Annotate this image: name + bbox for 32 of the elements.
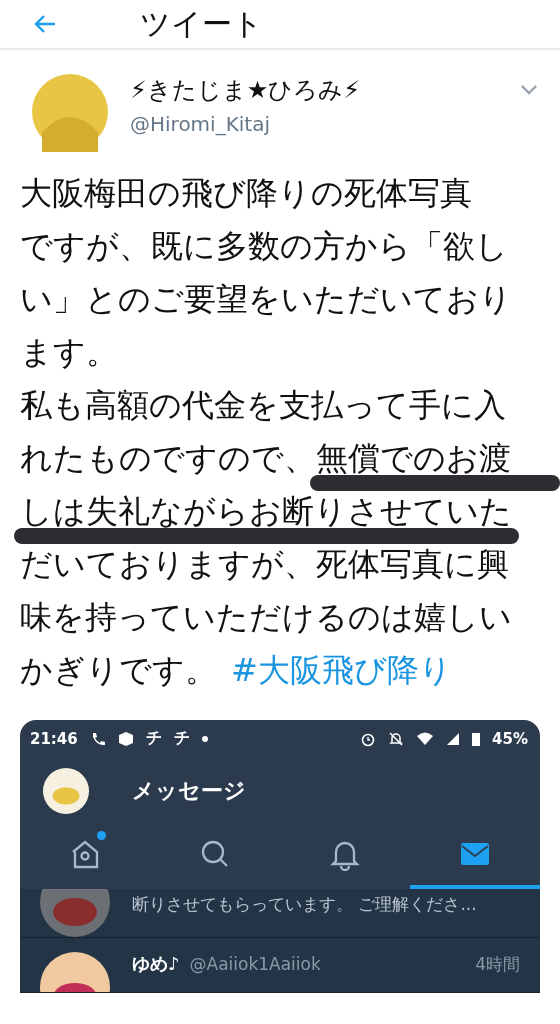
notification-glyph: チ <box>145 728 162 749</box>
tweet-text-line: 味を持っていただけるのは嬉しい <box>20 598 512 635</box>
user-handle: @Hiromi_Kitaj <box>130 112 271 136</box>
cube-icon <box>117 730 134 747</box>
dot-icon <box>201 735 208 742</box>
page-title: ツイート <box>140 4 263 43</box>
hashtag-link[interactable]: #大阪飛び降り <box>231 651 452 688</box>
notification-glyph: チ <box>173 728 190 749</box>
battery-icon <box>472 731 481 746</box>
message-time: 4時間 <box>475 953 520 976</box>
screen-title: メッセージ <box>132 777 246 805</box>
tweet-text-line: 大阪梅田の飛び降りの死体写真 <box>20 174 472 211</box>
notification-dot-icon <box>97 831 106 840</box>
tweet-text-line: 私も高額の代金を支払って手に入 <box>20 386 506 423</box>
avatar <box>42 767 90 815</box>
signal-icon <box>446 731 461 746</box>
status-time: 21:46 <box>30 729 78 748</box>
tweet-text-line: かぎりです。 <box>20 651 217 688</box>
tweet-text-line: い」とのご要望をいただいており <box>20 280 512 317</box>
muted-bell-icon <box>388 730 405 747</box>
tweet-text-line: だいておりますが、死体写真に興 <box>20 545 509 582</box>
chevron-down-icon[interactable] <box>520 84 538 95</box>
message-preview: 断りさせてもらっています。 ご理解くださ... <box>132 893 478 916</box>
sender-name: ゆめ♪ <box>132 952 180 976</box>
tweet-text-line: しは失礼ながらお断りさせていた <box>20 492 512 529</box>
battery-percent: 45% <box>492 729 528 748</box>
tweet-text-line: ます。 <box>20 333 118 370</box>
tweet-text-line: れたものですので、無償でのお渡 <box>20 439 511 476</box>
sender-handle: @Aaiiok1Aaiiok <box>189 954 322 974</box>
display-name: ⚡きたじま★ひろみ⚡ <box>130 75 362 106</box>
tweet-text-line: ですが、既に多数の方から「欲し <box>20 227 508 264</box>
wifi-icon <box>416 731 435 746</box>
